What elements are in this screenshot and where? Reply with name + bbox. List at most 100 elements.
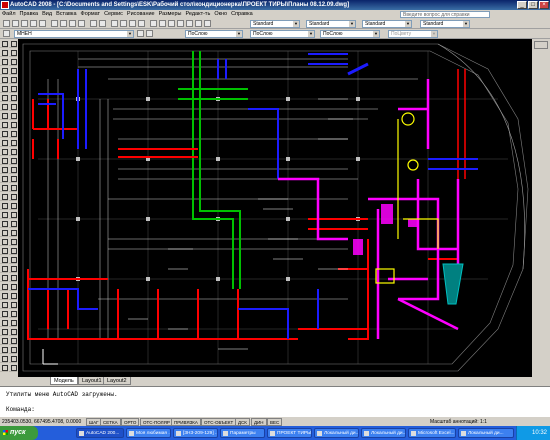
pan-icon[interactable] xyxy=(111,20,118,27)
menu-draw[interactable]: Рисование xyxy=(125,10,157,19)
tool-palettes-icon[interactable] xyxy=(168,20,175,27)
array-icon[interactable] xyxy=(9,228,17,237)
erase-icon[interactable] xyxy=(9,39,17,48)
menu-window[interactable]: Окно xyxy=(212,10,229,19)
arc-icon[interactable] xyxy=(0,255,8,264)
fillet-icon[interactable] xyxy=(9,174,17,183)
table-icon[interactable] xyxy=(0,363,8,372)
break-icon[interactable] xyxy=(9,300,17,309)
ellipse-icon[interactable] xyxy=(0,291,8,300)
task-project-folder[interactable]: ПРОЕКТ ТИРЫ xyxy=(267,428,312,438)
array-icon[interactable] xyxy=(9,75,17,84)
open-icon[interactable] xyxy=(12,20,19,27)
table-style-select[interactable]: Standard xyxy=(362,20,412,28)
start-button[interactable]: пуск xyxy=(0,426,38,440)
copy-icon[interactable] xyxy=(60,20,67,27)
menu-view[interactable]: Вид xyxy=(40,10,54,19)
revision-cloud-icon[interactable] xyxy=(0,273,8,282)
system-tray-clock[interactable]: 10:32 xyxy=(516,426,550,440)
gradient-icon[interactable] xyxy=(0,174,8,183)
make-block-icon[interactable] xyxy=(0,147,8,156)
layer-manager-icon[interactable] xyxy=(3,30,10,37)
break-at-point-icon[interactable] xyxy=(9,138,17,147)
palette-button[interactable] xyxy=(534,41,548,49)
construction-line-icon[interactable] xyxy=(0,48,8,57)
drawing-area[interactable] xyxy=(18,39,532,377)
extend-icon[interactable] xyxy=(9,282,17,291)
point-icon[interactable] xyxy=(0,156,8,165)
table-icon[interactable] xyxy=(0,192,8,201)
region-icon[interactable] xyxy=(0,354,8,363)
extend-icon[interactable] xyxy=(9,129,17,138)
menu-edit[interactable]: Правка xyxy=(18,10,41,19)
circle-icon[interactable] xyxy=(0,264,8,273)
zoom-previous-icon[interactable] xyxy=(138,20,145,27)
copy-icon[interactable] xyxy=(9,354,17,363)
autocad-app-icon[interactable] xyxy=(1,1,9,9)
chamfer-icon[interactable] xyxy=(9,165,17,174)
scale-icon[interactable] xyxy=(9,102,17,111)
redo-icon[interactable] xyxy=(99,20,106,27)
erase-icon[interactable] xyxy=(9,192,17,201)
undo-icon[interactable] xyxy=(90,20,97,27)
zoom-window-icon[interactable] xyxy=(129,20,136,27)
ellipse-arc-icon[interactable] xyxy=(0,129,8,138)
task-mail[interactable]: Моя любимая ... xyxy=(126,428,171,438)
insert-block-icon[interactable] xyxy=(0,309,8,318)
menu-tools[interactable]: Сервис xyxy=(102,10,125,19)
trim-icon[interactable] xyxy=(9,273,17,282)
right-palette-strip[interactable] xyxy=(532,39,550,377)
menu-dimension[interactable]: Размеры xyxy=(157,10,184,19)
menu-format[interactable]: Формат xyxy=(79,10,103,19)
rotate-icon[interactable] xyxy=(9,246,17,255)
make-current-icon[interactable] xyxy=(137,30,144,37)
gradient-icon[interactable] xyxy=(0,345,8,354)
region-icon[interactable] xyxy=(0,183,8,192)
zoom-icon[interactable] xyxy=(120,20,127,27)
point-icon[interactable] xyxy=(0,327,8,336)
design-center-icon[interactable] xyxy=(159,20,166,27)
spline-icon[interactable] xyxy=(0,111,8,120)
lineweight-toggle[interactable]: ВЕС xyxy=(267,418,283,426)
calculator-icon[interactable] xyxy=(195,20,202,27)
command-window[interactable]: Утилиты меню AutoCAD загружены. Команда: xyxy=(0,386,550,416)
help-icon[interactable] xyxy=(204,20,211,27)
chamfer-icon[interactable] xyxy=(9,318,17,327)
line-icon[interactable] xyxy=(0,39,8,48)
help-search-input[interactable]: Введите вопрос для справки xyxy=(400,11,490,18)
markup-icon[interactable] xyxy=(186,20,193,27)
menu-modify[interactable]: Редакт-ть xyxy=(183,10,212,19)
circle-icon[interactable] xyxy=(0,93,8,102)
stretch-icon[interactable] xyxy=(9,111,17,120)
offset-icon[interactable] xyxy=(9,66,17,75)
break-icon[interactable] xyxy=(9,147,17,156)
explode-icon[interactable] xyxy=(9,183,17,192)
copy-icon[interactable] xyxy=(9,201,17,210)
join-icon[interactable] xyxy=(9,156,17,165)
tab-layout1[interactable]: Layout1 xyxy=(78,377,106,385)
menu-insert[interactable]: Вставка xyxy=(54,10,78,19)
offset-icon[interactable] xyxy=(9,219,17,228)
move-icon[interactable] xyxy=(9,237,17,246)
stretch-icon[interactable] xyxy=(9,264,17,273)
properties-icon[interactable] xyxy=(150,20,157,27)
mleader-style-select[interactable]: Standard xyxy=(420,20,470,28)
otrack-toggle[interactable]: ОТС-ОБЪЕКТ xyxy=(201,418,237,426)
ellipse-arc-icon[interactable] xyxy=(0,300,8,309)
new-icon[interactable] xyxy=(3,20,10,27)
mirror-icon[interactable] xyxy=(9,210,17,219)
mirror-icon[interactable] xyxy=(9,57,17,66)
close-button[interactable]: × xyxy=(539,1,549,9)
grid-toggle[interactable]: СЕТКА xyxy=(100,418,121,426)
task-local-disk-2[interactable]: Локальный ди... xyxy=(361,428,406,438)
explode-icon[interactable] xyxy=(9,336,17,345)
color-select[interactable]: ПоСлою xyxy=(185,30,243,38)
polar-toggle[interactable]: ОТС-ПОЛЯР xyxy=(140,418,173,426)
arc-icon[interactable] xyxy=(0,84,8,93)
polyline-icon[interactable] xyxy=(0,228,8,237)
polyline-icon[interactable] xyxy=(0,57,8,66)
lineweight-select[interactable]: ПоСлою xyxy=(320,30,380,38)
fillet-icon[interactable] xyxy=(9,327,17,336)
copy-icon[interactable] xyxy=(9,48,17,57)
mirror-icon[interactable] xyxy=(9,363,17,372)
